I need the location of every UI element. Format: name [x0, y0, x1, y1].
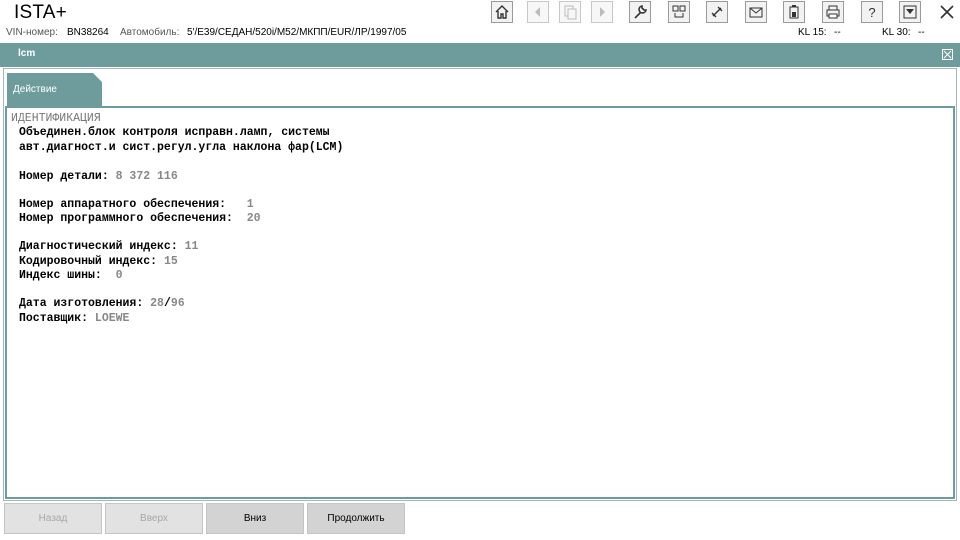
back-button[interactable]: Назад [4, 503, 102, 534]
service-icon [672, 5, 686, 18]
part-number-label: Номер детали: [19, 170, 109, 183]
toolbar: ? [0, 1, 960, 23]
bus-index-value: 0 [115, 269, 123, 282]
description-line-2: авт.диагност.и сист.регул.угла наклона ф… [19, 141, 344, 154]
home-button[interactable] [491, 1, 513, 23]
up-button[interactable]: Вверх [105, 503, 203, 534]
vehicle-info-bar: VIN-номер: BN38264 Автомобиль: 5'/E39/СЕ… [0, 25, 960, 41]
continue-button[interactable]: Продолжить [307, 503, 405, 534]
forward-icon [600, 7, 605, 17]
section-title: lcm [18, 48, 36, 59]
service-button[interactable] [668, 1, 690, 23]
kl30-label: KL 30: [882, 27, 911, 38]
hw-row: Номер аппаратного обеспечения: 1 [19, 198, 254, 211]
section-close-button[interactable] [942, 49, 953, 60]
copy-icon [564, 5, 577, 20]
mfg-date-label: Дата изготовления: [19, 297, 144, 310]
car-value: 5'/E39/СЕДАН/520i/M52/МКПП/EUR/ЛР/1997/0… [187, 27, 407, 38]
identification-panel: ИДЕНТИФИКАЦИЯ Объединен.блок контроля ис… [5, 106, 955, 499]
print-icon [826, 5, 840, 19]
hw-label: Номер аппаратного обеспечения: [19, 198, 227, 211]
mail-button[interactable] [745, 1, 767, 23]
back-icon [535, 7, 540, 17]
part-number-value: 8 372 116 [115, 170, 178, 183]
coding-index-value: 15 [163, 255, 178, 268]
diag-index-value: 11 [184, 240, 199, 253]
battery-icon [789, 5, 799, 19]
diag-index-row: Диагностический индекс: 11 [19, 240, 198, 253]
mfg-date-separator: / [163, 297, 171, 310]
back-nav-button[interactable] [527, 1, 549, 23]
workshop-button[interactable] [629, 1, 651, 23]
expand-button[interactable] [899, 1, 921, 23]
sw-value: 20 [246, 212, 261, 225]
svg-text:?: ? [868, 5, 875, 20]
coding-index-row: Кодировочный индекс: 15 [19, 255, 178, 268]
mfg-date-year: 96 [170, 297, 185, 310]
supplier-row: Поставщик: LOEWE [19, 312, 129, 325]
mfg-date-week: 28 [150, 297, 164, 310]
title-bar: ISTA+ ? [0, 0, 960, 24]
expand-icon [903, 5, 917, 19]
sw-label: Номер программного обеспечения: [19, 212, 233, 225]
close-app-button[interactable] [936, 1, 958, 23]
print-button[interactable] [822, 1, 844, 23]
vin-value: BN38264 [67, 27, 109, 38]
supplier-label: Поставщик: [19, 312, 89, 325]
copy-button[interactable] [559, 1, 581, 23]
mfg-date-row: Дата изготовления: 28/96 [19, 297, 185, 310]
tab-label: Действие [13, 84, 57, 95]
tab-action[interactable]: Действие [7, 73, 102, 107]
connection-button[interactable] [706, 1, 728, 23]
hw-value: 1 [246, 198, 254, 211]
kl15-value: -- [834, 27, 841, 38]
down-button[interactable]: Вниз [206, 503, 304, 534]
panel-heading: ИДЕНТИФИКАЦИЯ [11, 112, 101, 125]
bus-index-row: Индекс шины: 0 [19, 269, 123, 282]
supplier-value: LOEWE [94, 312, 130, 325]
part-number-row: Номер детали: 8 372 116 [19, 170, 178, 183]
section-header: lcm [0, 43, 960, 67]
description-line-1: Объединен.блок контроля исправн.ламп, си… [19, 126, 330, 139]
home-icon [495, 5, 509, 19]
car-label: Автомобиль: [120, 27, 180, 38]
diag-index-label: Диагностический индекс: [19, 240, 178, 253]
help-icon: ? [868, 5, 875, 20]
coding-index-label: Кодировочный индекс: [19, 255, 158, 268]
bus-index-label: Индекс шины: [19, 269, 102, 282]
battery-button[interactable] [783, 1, 805, 23]
link-icon [711, 6, 723, 18]
kl15-label: KL 15: [798, 27, 827, 38]
wrench-icon [634, 5, 647, 19]
forward-nav-button[interactable] [591, 1, 613, 23]
help-button[interactable]: ? [861, 1, 883, 23]
kl30-value: -- [918, 27, 925, 38]
close-icon [943, 50, 952, 59]
sw-row: Номер программного обеспечения: 20 [19, 212, 261, 225]
vin-label: VIN-номер: [6, 27, 58, 38]
mail-icon [749, 7, 763, 18]
close-icon [940, 5, 954, 19]
